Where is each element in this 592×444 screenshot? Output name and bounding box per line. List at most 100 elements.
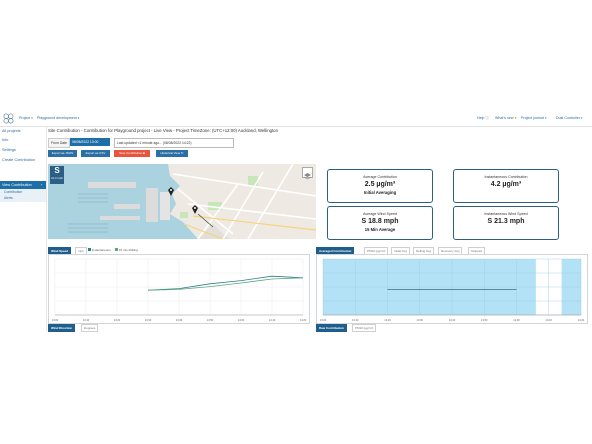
x-tick-label: 13:20 <box>114 318 121 322</box>
x-tick-label: 14:20 <box>300 318 307 322</box>
legend-label: 15 min Rolling <box>118 248 138 252</box>
sidebar: All projects Info Settings Create Contri… <box>0 127 47 331</box>
card-value: 4.2 µg/m³ <box>490 181 522 188</box>
wind-speed-chart[interactable]: 13:00 13:10 13:20 13:30 13:40 13:50 14:00 14:10… <box>49 255 309 323</box>
x-tick-label: 14:10 <box>269 318 276 322</box>
sidebar-submenu: Contribution Alerts <box>0 189 46 202</box>
card-subtext: 15 Min Average <box>364 227 396 232</box>
instantaneous-wind-speed-card: Instantaneous Wind Speed S 21.3 mph <box>453 206 559 240</box>
x-tick-label: 13:00 <box>52 318 59 322</box>
card-label: Instantaneous Contribution <box>484 175 528 179</box>
wind-direction-tabs: Wind Direction Degrees <box>48 324 308 332</box>
card-label: Average Contribution <box>363 175 397 179</box>
tab-raw-contribution[interactable]: Raw Contribution <box>316 324 347 332</box>
app-window: Project ▾ Playground development ▾ Help … <box>0 111 592 332</box>
help-label: Help <box>477 116 485 120</box>
site-map[interactable]: S 21.3 mph <box>48 164 316 239</box>
instantaneous-contribution-card: Instantaneous Contribution 4.2 µg/m³ <box>453 169 559 203</box>
card-label: Average Wind Speed <box>363 212 397 216</box>
wind-speed-tabs: Wind Speed mph Instantaneous 15 min Roll… <box>48 247 308 255</box>
project-selector[interactable]: Playground development ▾ <box>37 116 79 120</box>
x-tick-label: 14:00 <box>513 318 520 322</box>
export-json-button[interactable]: Export as JSON <box>48 150 77 157</box>
user-label: Dust Controller <box>556 116 580 120</box>
journal-label: Project journal <box>521 116 544 120</box>
help-icon: ⓘ <box>485 116 489 120</box>
from-date-label: From Date <box>48 138 70 148</box>
x-tick-label: 13:30 <box>417 318 424 322</box>
legend-rolling[interactable]: 15 min Rolling <box>115 247 138 253</box>
export-csv-label: Export as CSV <box>85 151 106 155</box>
project-menu-label: Project <box>19 116 31 120</box>
user-menu[interactable]: Dust Controller ▾ <box>556 116 582 120</box>
site-wind-badge: S 21.3 mph <box>50 166 64 184</box>
x-tick-label: 13:50 <box>481 318 488 322</box>
tab-degrees[interactable]: Degrees <box>81 324 99 332</box>
chevron-down-icon: ▾ <box>580 116 583 120</box>
layers-icon[interactable] <box>302 167 313 180</box>
wind-speed-badge-label: 21.3 mph <box>51 176 63 180</box>
x-tick-label: 13:10 <box>352 318 359 322</box>
sidebar-item-label: View Contribution <box>2 183 32 187</box>
whats-new-label: What's new <box>495 116 514 120</box>
from-date-input[interactable]: 08/08/2022 13:00 <box>70 138 110 146</box>
journal-menu[interactable]: Project journal ▾ <box>521 116 547 120</box>
app-logo-icon[interactable] <box>3 113 14 124</box>
top-navigation-bar: Project ▾ Playground development ▾ Help … <box>0 111 592 127</box>
help-menu[interactable]: Help ⓘ <box>477 116 489 121</box>
historical-view-label: Historical View <box>160 151 181 155</box>
x-tick-label: 13:10 <box>83 318 90 322</box>
export-csv-button[interactable]: Export as CSV <box>81 150 110 157</box>
x-tick-label: 13:40 <box>176 318 183 322</box>
stop-icon: ■ <box>143 151 145 155</box>
whats-new-menu[interactable]: What's new ● <box>495 116 517 120</box>
tab-wind-direction[interactable]: Wind Direction <box>48 324 76 332</box>
x-tick-label: 13:40 <box>449 318 456 322</box>
chevron-down-icon: ▾ <box>31 116 33 120</box>
x-tick-label: 13:00 <box>320 318 327 322</box>
chevron-down-icon: ▾ <box>544 116 547 120</box>
contribution-chart[interactable]: 13:00 13:10 13:20 13:30 13:40 13:50 14:00 14:10… <box>317 255 587 323</box>
wind-direction-letter: S <box>54 166 60 175</box>
card-label: Instantaneous Wind Speed <box>484 212 528 216</box>
sidebar-item-settings[interactable]: Settings <box>2 148 16 152</box>
sidebar-item-create-contribution[interactable]: Create Contribution <box>2 158 35 162</box>
page-title: Site Contribution - Contribution for Pla… <box>48 128 278 133</box>
project-selector-label: Playground development <box>37 116 77 120</box>
lightbulb-icon: ● <box>514 116 517 120</box>
stop-contribution-label: Stop Contribution <box>119 151 143 155</box>
stop-contribution-button[interactable]: Stop Contribution ■ <box>114 150 150 157</box>
legend-instantaneous[interactable]: Instantaneous <box>88 247 111 253</box>
sidebar-subitem-contribution[interactable]: Contribution <box>4 190 22 194</box>
raw-contribution-tabs: Raw Contribution PM10 (µg/m³) <box>316 324 586 332</box>
wind-speed-chart-panel: 13:00 13:10 13:20 13:30 13:40 13:50 14:00 14:10… <box>48 254 310 324</box>
x-tick-label: 14:20 <box>578 318 585 322</box>
sidebar-subitem-alerts[interactable]: Alerts <box>4 196 13 200</box>
series-line <box>147 277 304 291</box>
x-tick-label: 13:30 <box>145 318 152 322</box>
card-subtext: Initial Averaging <box>363 190 397 195</box>
average-contribution-card: Average Contribution 2.5 µg/m³ Initial A… <box>327 169 433 203</box>
average-wind-speed-card: Average Wind Speed S 18.8 mph 15 Min Ave… <box>327 206 433 240</box>
export-json-label: Export as JSON <box>51 151 74 155</box>
x-tick-label: 14:10 <box>546 318 553 322</box>
map-canvas[interactable] <box>48 164 316 239</box>
tab-raw-pm10-unit[interactable]: PM10 (µg/m³) <box>352 324 377 332</box>
sidebar-item-view-contribution[interactable]: View Contribution › <box>0 181 46 189</box>
sidebar-item-all-projects[interactable]: All projects <box>2 129 21 133</box>
legend-swatch <box>88 248 91 251</box>
card-value: S 18.8 mph <box>361 218 399 225</box>
chevron-down-icon: ▾ <box>77 116 80 120</box>
card-value: 2.5 µg/m³ <box>364 181 396 188</box>
contribution-chart-panel: 13:00 13:10 13:20 13:30 13:40 13:50 14:00 14:10… <box>316 254 588 324</box>
historical-view-button[interactable]: Historical View ↻ <box>156 150 188 157</box>
legend-swatch <box>115 248 118 251</box>
contribution-tabs: Averaged Contribution PM10 (µg/m³) Initi… <box>316 247 586 255</box>
last-updated-status: Last updated <1 minute ago... (08/08/202… <box>114 138 234 148</box>
project-menu[interactable]: Project ▾ <box>19 116 33 120</box>
refresh-icon: ↻ <box>180 151 184 155</box>
x-tick-label: 13:50 <box>207 318 214 322</box>
chevron-right-icon: › <box>41 183 43 187</box>
card-value: S 21.3 mph <box>487 218 525 225</box>
sidebar-item-info[interactable]: Info <box>2 138 8 142</box>
